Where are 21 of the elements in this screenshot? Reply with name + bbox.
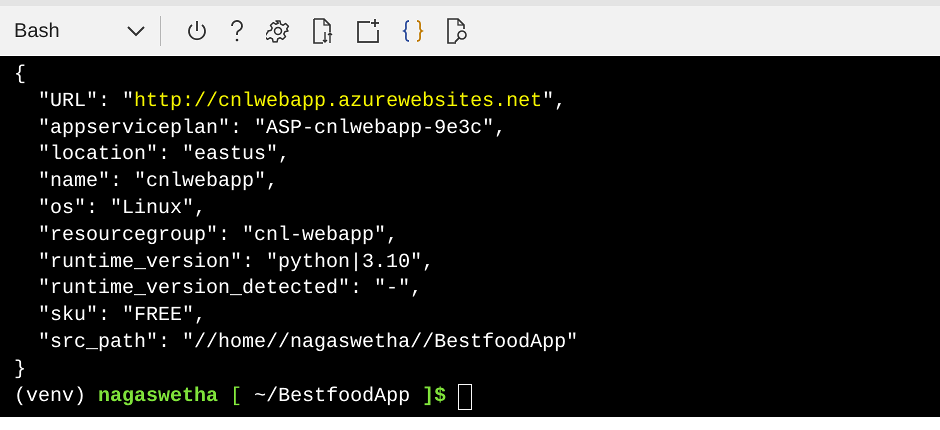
- help-icon[interactable]: [230, 19, 244, 43]
- settings-icon[interactable]: [266, 19, 290, 43]
- output-line: "os": "Linux",: [37, 196, 208, 222]
- output-line: "src_path": "//home//nagaswetha//BestfoodApp": [37, 330, 580, 356]
- shell-selector[interactable]: Bash: [14, 13, 146, 49]
- output-line: "location": "eastus",: [37, 142, 292, 168]
- output-line: "sku": "FREE",: [37, 303, 208, 330]
- output-line: {: [14, 62, 28, 88]
- braces-icon[interactable]: [402, 19, 424, 43]
- output-line: "runtime_version": "python|3.10",: [37, 250, 436, 276]
- output-line: "runtime_version_detected": "-",: [37, 276, 424, 302]
- shell-prompt: (venv) nagaswetha [ ~/BestfoodApp ]$: [14, 384, 446, 410]
- power-icon[interactable]: [186, 19, 208, 43]
- output-line: }: [14, 356, 28, 383]
- output-line: "URL": "http://cnlwebapp.azurewebsites.net",: [37, 88, 568, 115]
- file-upload-icon[interactable]: [312, 18, 334, 44]
- output-line: "appserviceplan": "ASP-cnlwebapp-9e3c",: [37, 116, 508, 142]
- output-line: "resourcegroup": "cnl-webapp",: [37, 222, 400, 249]
- output-line: "name": "cnlwebapp",: [37, 169, 280, 196]
- chevron-down-icon: [126, 25, 146, 37]
- new-session-icon[interactable]: [356, 19, 380, 43]
